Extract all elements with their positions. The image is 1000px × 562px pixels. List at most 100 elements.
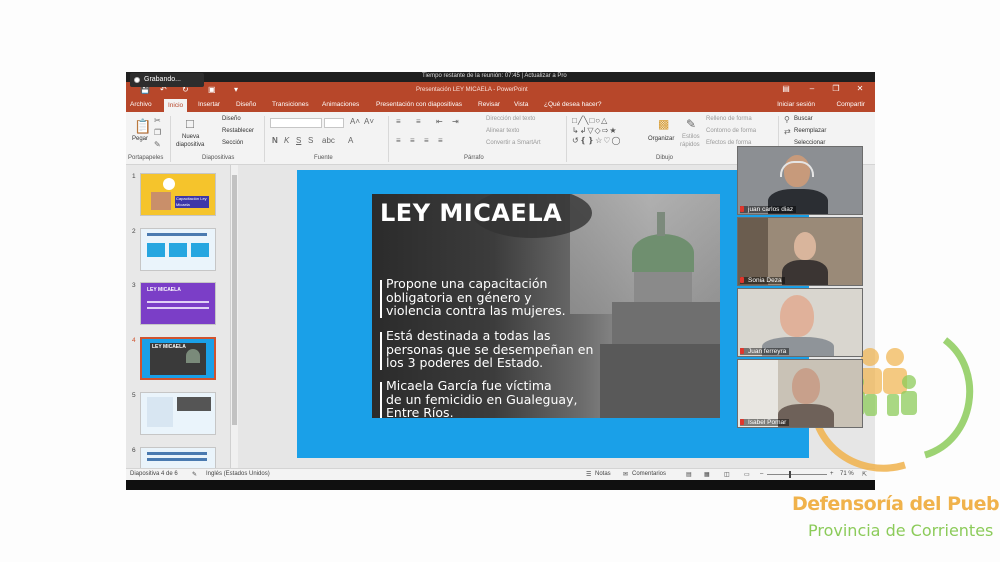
bold-icon[interactable]: N <box>272 136 278 145</box>
tab-revisar[interactable]: Revisar <box>478 101 500 108</box>
numbering-icon[interactable]: ≡ <box>416 117 421 126</box>
decrease-indent-icon[interactable]: ⇤ <box>436 117 443 126</box>
muted-mic-icon <box>740 206 744 212</box>
align-text-button[interactable]: Alinear texto <box>486 128 519 134</box>
increase-indent-icon[interactable]: ⇥ <box>452 117 459 126</box>
section-button[interactable]: Sección <box>222 140 243 146</box>
sign-in-link[interactable]: Iniciar sesión <box>777 101 815 108</box>
group-slides: Diapositivas <box>202 155 235 161</box>
arrange-button[interactable]: Organizar <box>648 136 674 142</box>
tell-me-search[interactable]: ¿Qué desea hacer? <box>544 101 601 108</box>
restore-icon[interactable]: ❐ <box>826 84 846 93</box>
tab-insertar[interactable]: Insertar <box>198 101 220 108</box>
align-left-icon[interactable]: ≡ <box>396 136 401 145</box>
italic-icon[interactable]: K <box>284 136 289 145</box>
participant-tile[interactable]: Juan ferreyra <box>737 288 863 357</box>
format-painter-icon[interactable]: ✎ <box>154 140 161 149</box>
minimize-icon[interactable]: – <box>802 84 822 93</box>
slide-thumbnail-4[interactable]: LEY MICAELA <box>140 337 216 380</box>
slide-thumbnail-3[interactable]: LEY MICAELA <box>140 282 216 325</box>
shadow-icon[interactable]: S <box>308 136 313 145</box>
customize-toolbar-icon[interactable]: ▾ <box>234 85 238 94</box>
copy-icon[interactable]: ❐ <box>154 128 161 137</box>
participant-name: Isabel Pomar <box>740 419 790 426</box>
current-slide[interactable]: LEY MICAELA Propone una capacitación obl… <box>297 170 809 458</box>
shape-fill-button[interactable]: Relleno de forma <box>706 116 752 122</box>
slide-thumbnail-2[interactable] <box>140 228 216 271</box>
bullets-icon[interactable]: ≡ <box>396 117 401 126</box>
underline-icon[interactable]: S <box>296 136 301 145</box>
paste-icon[interactable]: 📋 <box>134 118 151 135</box>
recording-indicator[interactable]: Grabando... <box>130 73 204 87</box>
participant-tile[interactable]: Isabel Pomar <box>737 359 863 428</box>
tab-inicio[interactable]: Inicio <box>164 99 188 112</box>
replace-button[interactable]: Reemplazar <box>794 128 826 134</box>
slide-bullet-2[interactable]: Está destinada a todas las personas que … <box>386 329 593 370</box>
convert-smartart-button[interactable]: Convertir a SmartArt <box>486 140 541 146</box>
find-button[interactable]: Buscar <box>794 116 813 122</box>
tab-transiciones[interactable]: Transiciones <box>272 101 309 108</box>
thumb-4-title: LEY MICAELA <box>152 344 186 350</box>
strikethrough-icon[interactable]: abc <box>322 136 335 145</box>
justify-icon[interactable]: ≡ <box>438 136 443 145</box>
slide-bullet-3[interactable]: Micaela García fue víctima de un femicid… <box>386 379 577 418</box>
quick-styles-icon[interactable]: ✎ <box>686 117 696 131</box>
thumb-number: 6 <box>132 447 136 454</box>
tab-vista[interactable]: Vista <box>514 101 528 108</box>
participant-name: juan carlos diaz <box>740 206 797 213</box>
notes-icon[interactable]: ☰ <box>586 471 591 478</box>
meeting-time-remaining[interactable]: Tiempo restante de la reunión: 07:45 | A… <box>422 73 567 79</box>
tab-diseno[interactable]: Diseño <box>236 101 256 108</box>
zoom-slider-handle[interactable] <box>789 471 791 478</box>
participants-panel: juan carlos diaz Sonia Deza Juan ferreyr… <box>737 146 863 430</box>
slideshow-icon[interactable]: ▭ <box>744 471 750 478</box>
quick-styles-button[interactable]: Estilos <box>682 134 700 140</box>
tab-presentacion[interactable]: Presentación con diapositivas <box>376 101 462 108</box>
quick-styles-button-2[interactable]: rápidos <box>680 142 700 148</box>
zoom-out-icon[interactable]: – <box>760 471 763 477</box>
tab-animaciones[interactable]: Animaciones <box>322 101 359 108</box>
font-name-dropdown[interactable] <box>270 118 322 128</box>
font-size-dropdown[interactable] <box>324 118 344 128</box>
new-slide-icon[interactable]: □ <box>186 116 194 131</box>
normal-view-icon[interactable]: ▤ <box>686 471 692 478</box>
new-slide-button[interactable]: Nueva <box>182 134 199 140</box>
language-indicator[interactable]: Inglés (Estados Unidos) <box>206 471 270 477</box>
present-from-start-icon[interactable]: ▣ <box>208 85 216 94</box>
participant-tile[interactable]: juan carlos diaz <box>737 146 863 215</box>
replace-icon[interactable]: ⇄ <box>784 127 791 136</box>
align-center-icon[interactable]: ≡ <box>410 136 415 145</box>
close-icon[interactable]: ✕ <box>850 84 870 93</box>
font-color-icon[interactable]: A <box>348 136 353 145</box>
new-slide-button-2[interactable]: diapositiva <box>176 142 204 148</box>
reset-button[interactable]: Restablecer <box>222 128 254 134</box>
grow-font-icon[interactable]: A˄ <box>350 117 360 126</box>
thumb-number: 1 <box>132 173 136 180</box>
notes-button[interactable]: Notas <box>595 471 611 477</box>
slide-thumbnail-1[interactable]: Capacitación Ley Micaela <box>140 173 216 216</box>
thumbnails-scrollbar[interactable] <box>230 165 238 468</box>
shapes-gallery[interactable]: □╱╲□○△ ↳↲▽◇⇨★ ↺❴❵☆♡◯ <box>572 116 642 150</box>
slide-sorter-icon[interactable]: ▦ <box>704 471 710 478</box>
comments-button[interactable]: Comentarios <box>632 471 666 477</box>
shape-outline-button[interactable]: Contorno de forma <box>706 128 756 134</box>
comments-icon[interactable]: ✉ <box>623 471 628 478</box>
slide-thumbnail-5[interactable] <box>140 392 216 435</box>
layout-button[interactable]: Diseño <box>222 116 241 122</box>
shrink-font-icon[interactable]: A˅ <box>364 117 374 126</box>
slide-title[interactable]: LEY MICAELA <box>380 199 562 227</box>
align-right-icon[interactable]: ≡ <box>424 136 429 145</box>
slide-thumbnail-6[interactable] <box>140 447 216 468</box>
cut-icon[interactable]: ✂ <box>154 116 161 125</box>
text-direction-button[interactable]: Dirección del texto <box>486 116 535 122</box>
spellcheck-icon[interactable]: ✎ <box>192 471 197 478</box>
tab-archivo[interactable]: Archivo <box>130 101 152 108</box>
participant-tile[interactable]: Sonia Deza <box>737 217 863 286</box>
ribbon-options-icon[interactable]: ▤ <box>776 84 796 93</box>
find-icon[interactable]: ⚲ <box>784 115 790 124</box>
slide-bullet-1[interactable]: Propone una capacitación obligatoria en … <box>386 277 566 318</box>
share-button[interactable]: Compartir <box>836 101 865 108</box>
reading-view-icon[interactable]: ◫ <box>724 471 730 478</box>
arrange-icon[interactable]: ▩ <box>658 117 669 131</box>
paste-button[interactable]: Pegar <box>132 136 148 142</box>
